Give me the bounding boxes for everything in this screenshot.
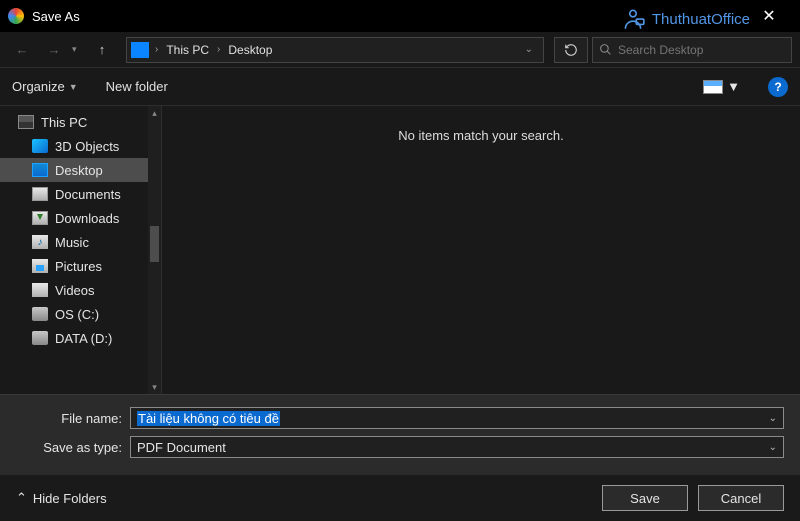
nav-up-button[interactable]: ↑ — [88, 36, 116, 64]
hide-folders-button[interactable]: ⌃ Hide Folders — [16, 490, 107, 506]
sidebar-item-label: Music — [55, 235, 89, 250]
sidebar-item-this-pc[interactable]: This PC — [0, 110, 161, 134]
pc-icon — [131, 42, 149, 58]
sidebar-item-label: Documents — [55, 187, 121, 202]
hide-folders-label: Hide Folders — [33, 491, 107, 506]
watermark: ThuthuatOffice — [620, 6, 750, 32]
sidebar-item-label: Downloads — [55, 211, 119, 226]
toolbar: Organize ▼ New folder ▼ ? — [0, 68, 800, 106]
search-box[interactable] — [592, 37, 792, 63]
sidebar-item-label: This PC — [41, 115, 87, 130]
chrome-icon — [8, 8, 24, 24]
chevron-down-icon[interactable]: ⌄ — [769, 413, 777, 424]
nav-row: ← → ▾ ↑ › This PC › Desktop ⌄ — [0, 32, 800, 68]
view-mode-button[interactable]: ▼ — [703, 79, 740, 94]
watermark-text: ThuthuatOffice — [652, 11, 750, 28]
chevron-right-icon: › — [217, 44, 220, 55]
scroll-up-icon[interactable]: ▴ — [148, 106, 161, 120]
breadcrumb-current[interactable]: Desktop — [226, 43, 274, 57]
disk-icon — [32, 307, 48, 321]
filetype-select[interactable]: PDF Document ⌄ — [130, 436, 784, 458]
sidebar-item-label: OS (C:) — [55, 307, 99, 322]
pc-icon — [18, 115, 34, 129]
organize-menu[interactable]: Organize ▼ — [12, 79, 78, 94]
nav-history-dropdown[interactable]: ▾ — [72, 44, 84, 55]
nav-forward-button[interactable]: → — [40, 36, 68, 64]
chevron-up-icon: ⌃ — [16, 490, 27, 506]
disk-icon — [32, 331, 48, 345]
chevron-down-icon: ▼ — [727, 79, 740, 94]
filetype-value: PDF Document — [137, 440, 226, 455]
sidebar-item-downloads[interactable]: Downloads — [0, 206, 161, 230]
close-button[interactable]: ✕ — [746, 0, 792, 32]
address-dropdown[interactable]: ⌄ — [519, 44, 539, 55]
filetype-label: Save as type: — [16, 440, 130, 455]
breadcrumb-root[interactable]: This PC — [164, 43, 211, 57]
sidebar-scrollbar[interactable]: ▴ ▾ — [148, 106, 161, 394]
music-icon — [32, 235, 48, 249]
search-icon — [599, 43, 612, 56]
filename-label: File name: — [16, 411, 130, 426]
empty-message: No items match your search. — [398, 128, 563, 394]
sidebar-item-label: 3D Objects — [55, 139, 119, 154]
search-input[interactable] — [618, 43, 785, 57]
sidebar-item-3d-objects[interactable]: 3D Objects — [0, 134, 161, 158]
file-list-area[interactable]: No items match your search. — [162, 106, 800, 394]
organize-label: Organize — [12, 79, 65, 94]
sidebar-item-desktop[interactable]: Desktop — [0, 158, 161, 182]
sidebar-item-label: Desktop — [55, 163, 103, 178]
filename-value: Tài liệu không có tiêu đề — [137, 411, 280, 426]
videos-icon — [32, 283, 48, 297]
help-button[interactable]: ? — [768, 77, 788, 97]
chevron-down-icon: ▼ — [69, 82, 78, 92]
sidebar-item-label: DATA (D:) — [55, 331, 112, 346]
sidebar-item-label: Videos — [55, 283, 95, 298]
sidebar-item-music[interactable]: Music — [0, 230, 161, 254]
nav-back-button[interactable]: ← — [8, 36, 36, 64]
sidebar-item-videos[interactable]: Videos — [0, 278, 161, 302]
scroll-down-icon[interactable]: ▾ — [148, 380, 161, 394]
sidebar: This PC 3D Objects Desktop Documents Dow… — [0, 106, 162, 394]
scroll-thumb[interactable] — [150, 226, 159, 262]
sidebar-item-data-d[interactable]: DATA (D:) — [0, 326, 161, 350]
view-icon — [703, 80, 723, 94]
cancel-button[interactable]: Cancel — [698, 485, 784, 511]
cube-icon — [32, 139, 48, 153]
action-row: ⌃ Hide Folders Save Cancel — [0, 475, 800, 521]
save-button[interactable]: Save — [602, 485, 688, 511]
documents-icon — [32, 187, 48, 201]
sidebar-item-label: Pictures — [55, 259, 102, 274]
chevron-right-icon: › — [155, 44, 158, 55]
downloads-icon — [32, 211, 48, 225]
sidebar-item-documents[interactable]: Documents — [0, 182, 161, 206]
refresh-button[interactable] — [554, 37, 588, 63]
sidebar-item-os-c[interactable]: OS (C:) — [0, 302, 161, 326]
filename-input[interactable]: Tài liệu không có tiêu đề ⌄ — [130, 407, 784, 429]
desktop-icon — [32, 163, 48, 177]
sidebar-item-pictures[interactable]: Pictures — [0, 254, 161, 278]
chevron-down-icon[interactable]: ⌄ — [769, 442, 777, 453]
address-bar[interactable]: › This PC › Desktop ⌄ — [126, 37, 544, 63]
pictures-icon — [32, 259, 48, 273]
bottom-panel: File name: Tài liệu không có tiêu đề ⌄ S… — [0, 394, 800, 475]
new-folder-button[interactable]: New folder — [106, 79, 168, 94]
